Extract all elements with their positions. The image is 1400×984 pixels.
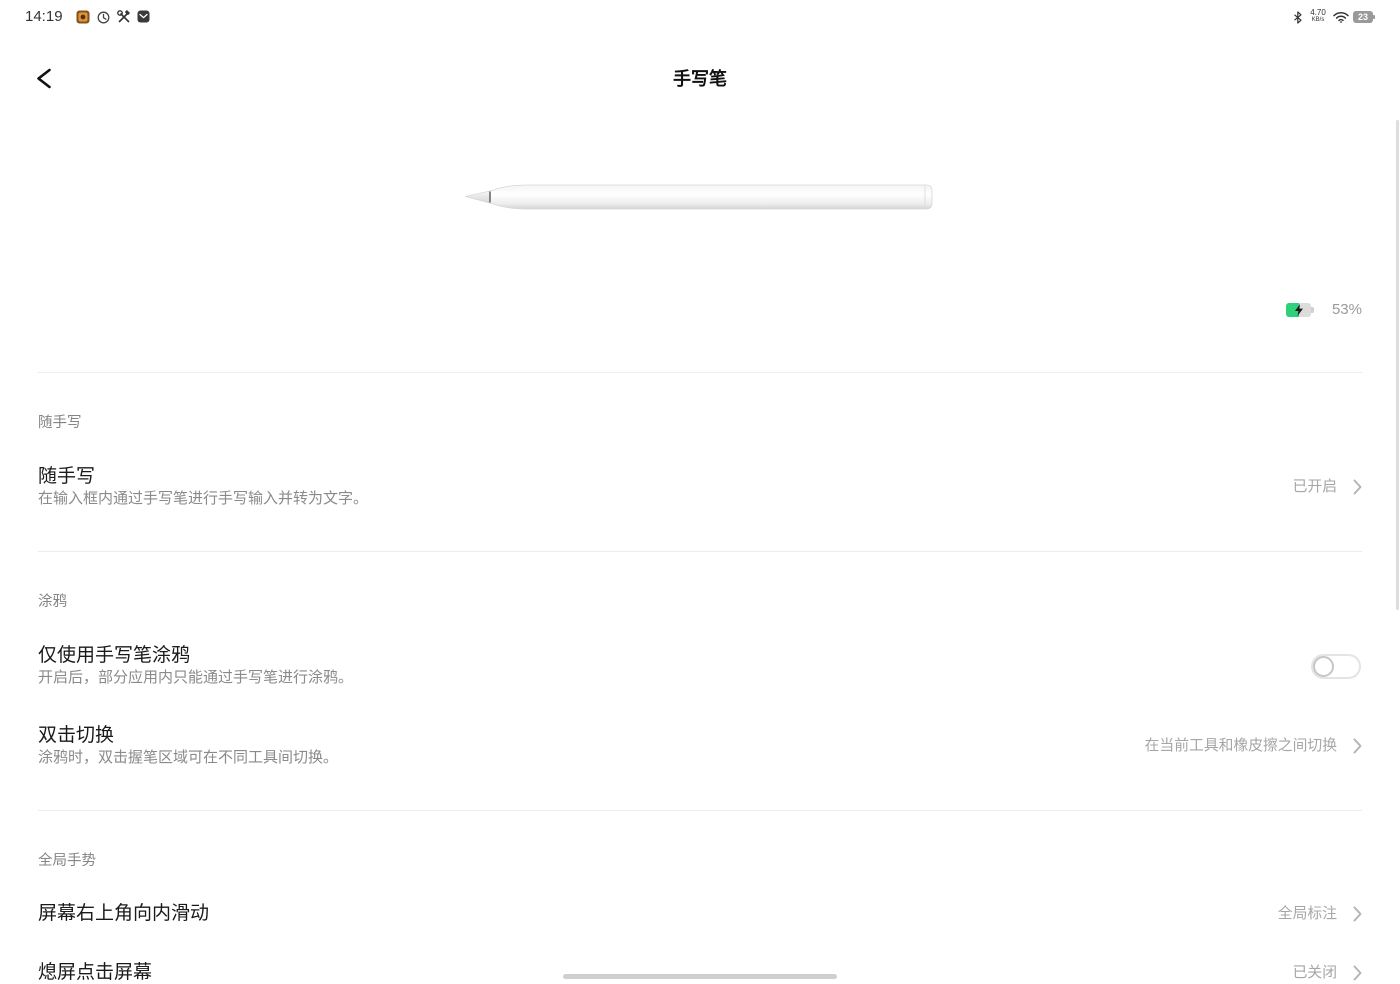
row-trailing: 在当前工具和橡皮擦之间切换 — [1145, 736, 1362, 756]
row-title: 仅使用手写笔涂鸦 — [38, 645, 191, 666]
battery-level: 23 — [1357, 12, 1368, 22]
row-value: 在当前工具和橡皮擦之间切换 — [1144, 738, 1337, 754]
row-trailing: 全局标注 — [1278, 904, 1362, 924]
row-subtitle: 涂鸦时，双击握笔区域可在不同工具间切换。 — [38, 749, 339, 766]
row-title: 双击切换 — [38, 725, 115, 746]
row-text: 屏幕右上角向内滑动 — [38, 902, 209, 926]
app-icon — [76, 10, 90, 24]
row-subtitle: 在输入框内通过手写笔进行手写输入并转为文字。 — [38, 490, 369, 507]
section-divider — [38, 372, 1362, 373]
battery-icon: 23 — [1353, 11, 1373, 23]
chevron-right-icon — [1353, 479, 1362, 495]
status-time: 14:19 — [25, 8, 63, 25]
chevron-left-icon — [37, 68, 51, 89]
row-title: 屏幕右上角向内滑动 — [38, 903, 210, 924]
corner-swipe-row[interactable]: 屏幕右上角向内滑动 全局标注 — [38, 902, 1362, 926]
pen-tip — [464, 190, 491, 204]
row-trailing: 已开启 — [1293, 477, 1362, 497]
stylus-only-doodle-toggle[interactable] — [1311, 653, 1361, 679]
double-tap-switch-row[interactable]: 双击切换 涂鸦时，双击握笔区域可在不同工具间切换。 在当前工具和橡皮擦之间切换 — [38, 724, 1362, 768]
section-divider — [38, 551, 1362, 552]
chevron-right-icon — [1353, 965, 1362, 981]
home-indicator[interactable] — [563, 974, 837, 979]
status-bar: 14:19 4.70 KB/s 23 — [0, 0, 1400, 34]
chevron-right-icon — [1353, 906, 1362, 922]
mail-icon — [137, 10, 150, 23]
row-trailing — [1311, 653, 1362, 679]
screen-off-tap-row[interactable]: 熄屏点击屏幕 已关闭 — [38, 962, 1362, 984]
bluetooth-icon — [1294, 11, 1302, 24]
row-text: 仅使用手写笔涂鸦 开启后，部分应用内只能通过手写笔进行涂鸦。 — [38, 644, 353, 688]
page-title: 手写笔 — [673, 69, 727, 89]
pen-battery-nub — [1311, 307, 1314, 313]
row-trailing: 已关闭 — [1293, 963, 1362, 983]
stylus-pen-icon — [464, 184, 933, 210]
row-subtitle: 开启后，部分应用内只能通过手写笔进行涂鸦。 — [38, 669, 354, 686]
section-divider — [38, 810, 1362, 811]
row-value: 全局标注 — [1277, 906, 1337, 922]
tools-icon — [117, 10, 130, 23]
clock-icon — [97, 11, 110, 24]
row-title: 熄屏点击屏幕 — [38, 962, 153, 983]
back-button[interactable] — [28, 62, 62, 96]
toggle-knob — [1313, 655, 1334, 677]
row-value: 已开启 — [1292, 479, 1337, 495]
charging-battery-icon — [1286, 303, 1311, 317]
row-text: 双击切换 涂鸦时，双击握笔区域可在不同工具间切换。 — [38, 724, 338, 768]
net-speed-value: 4.70 — [1310, 8, 1326, 17]
chevron-right-icon — [1353, 738, 1362, 754]
handwriting-input-row[interactable]: 随手写 在输入框内通过手写笔进行手写输入并转为文字。 已开启 — [38, 465, 1362, 509]
stylus-only-doodle-row[interactable]: 仅使用手写笔涂鸦 开启后，部分应用内只能通过手写笔进行涂鸦。 — [38, 644, 1362, 688]
row-text: 随手写 在输入框内通过手写笔进行手写输入并转为文字。 — [38, 465, 368, 509]
row-text: 熄屏点击屏幕 — [38, 962, 152, 984]
wifi-icon — [1333, 11, 1349, 23]
net-speed: 4.70 KB/s — [1307, 9, 1329, 24]
scroll-indicator[interactable] — [1396, 120, 1399, 610]
stylus-illustration — [462, 180, 936, 214]
row-title: 随手写 — [38, 466, 96, 487]
row-value: 已关闭 — [1292, 965, 1337, 981]
section-label: 全局手势 — [38, 853, 96, 869]
section-label: 随手写 — [38, 415, 82, 431]
pen-body — [489, 184, 933, 210]
battery-nub — [1373, 15, 1375, 19]
lightning-icon — [1295, 304, 1303, 316]
pen-battery-percent: 53% — [1331, 301, 1362, 318]
net-speed-unit: KB/s — [1311, 17, 1325, 23]
section-label: 涂鸦 — [38, 594, 67, 610]
